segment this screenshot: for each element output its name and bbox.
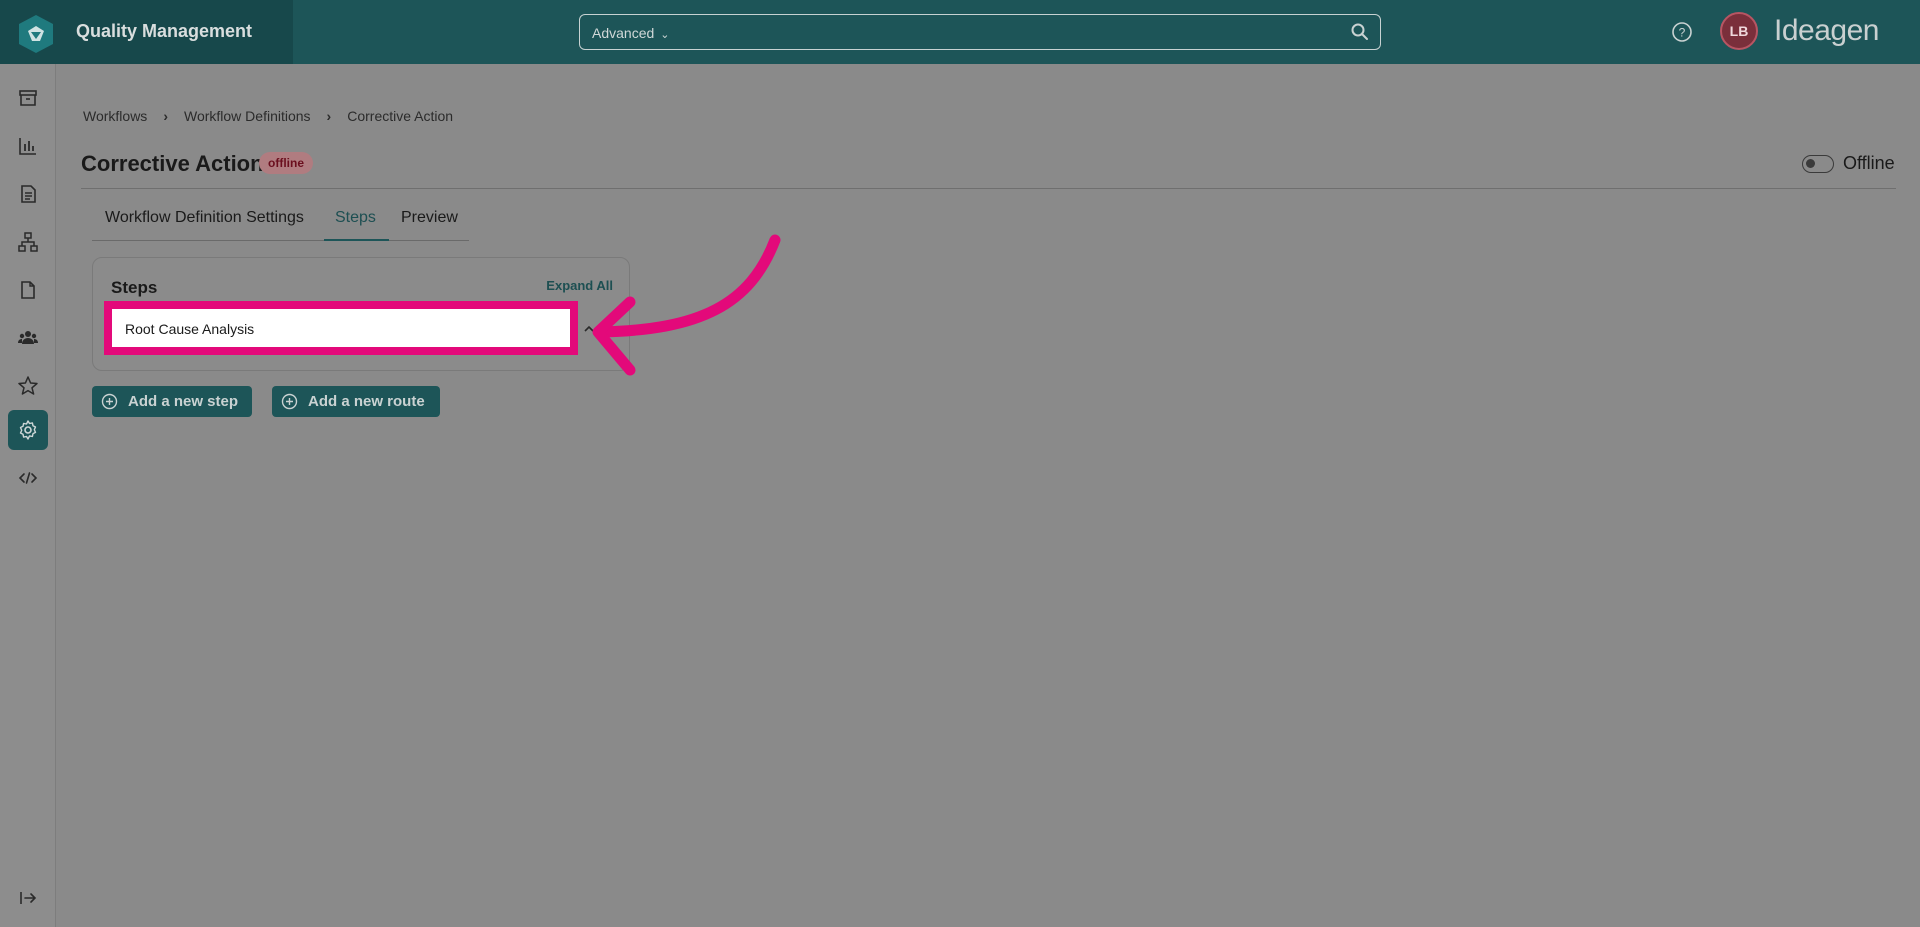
star-icon [18,376,38,395]
breadcrumb-workflow-definitions[interactable]: Workflow Definitions [184,108,311,124]
tab-workflow-definition-settings[interactable]: Workflow Definition Settings [105,209,304,227]
vendor-logo: Ideagen [1774,14,1879,47]
code-icon [18,472,38,484]
add-route-button[interactable]: Add a new route [272,386,440,417]
steps-panel-title: Steps [111,278,158,297]
breadcrumb-corrective-action: Corrective Action [347,108,454,124]
search-mode-dropdown[interactable]: Advanced ⌄ [592,25,670,41]
sidebar-expand-button[interactable] [8,878,48,918]
gear-icon [19,420,37,440]
sidebar-item-documents[interactable] [8,174,48,214]
active-tab-indicator [324,239,389,241]
plus-circle-icon [281,393,298,410]
step-item-label[interactable]: Root Cause Analysis [125,321,254,337]
chevron-right-icon: › [163,108,168,124]
top-bar: Quality Management Advanced ⌄ ? LB Ideage… [0,0,1920,64]
breadcrumb-workflows[interactable]: Workflows [83,108,147,124]
page-title: Corrective Action [81,151,264,176]
tab-preview[interactable]: Preview [401,209,458,227]
users-icon [18,331,38,344]
archive-icon [19,90,37,106]
sidebar-item-settings[interactable] [8,410,48,450]
offline-toggle[interactable] [1802,155,1834,173]
sidebar-item-files[interactable] [8,270,48,310]
sidebar-item-favorites[interactable] [8,366,48,406]
bar-chart-icon [19,138,36,155]
plus-circle-icon [101,393,118,410]
org-chart-icon [18,232,38,252]
document-icon [21,185,36,203]
chevron-down-icon: ⌄ [660,29,670,41]
file-icon [21,281,35,299]
sidebar-item-hierarchy[interactable] [8,222,48,262]
sidebar-item-archive[interactable] [8,78,48,118]
toggle-label: Offline [1843,153,1895,173]
sidebar-item-reports[interactable] [8,126,48,166]
svg-text:?: ? [1679,26,1686,40]
user-avatar[interactable]: LB [1720,12,1758,50]
help-icon[interactable]: ? [1671,21,1693,43]
search-bar[interactable]: Advanced ⌄ [579,14,1381,50]
breadcrumb: Workflows › Workflow Definitions › Corre… [83,108,453,124]
brand-area: Quality Management [0,0,293,64]
tab-bar: Workflow Definition Settings Steps Previ… [92,206,469,241]
sidebar-item-users[interactable] [8,318,48,358]
expand-sidebar-icon [20,892,37,904]
add-step-label: Add a new step [128,393,239,410]
add-step-button[interactable]: Add a new step [92,386,252,417]
add-route-label: Add a new route [308,393,425,410]
app-title: Quality Management [76,21,253,41]
search-icon[interactable] [1350,22,1370,42]
sidebar-item-developer[interactable] [8,458,48,498]
search-mode-label: Advanced [592,25,655,41]
chevron-right-icon: › [326,108,332,124]
sidebar [0,64,56,927]
divider [81,188,1896,189]
status-badge: offline [259,152,313,174]
annotation-arrow-icon [592,234,781,376]
app-logo-icon[interactable] [17,14,55,54]
tab-steps[interactable]: Steps [335,209,376,227]
